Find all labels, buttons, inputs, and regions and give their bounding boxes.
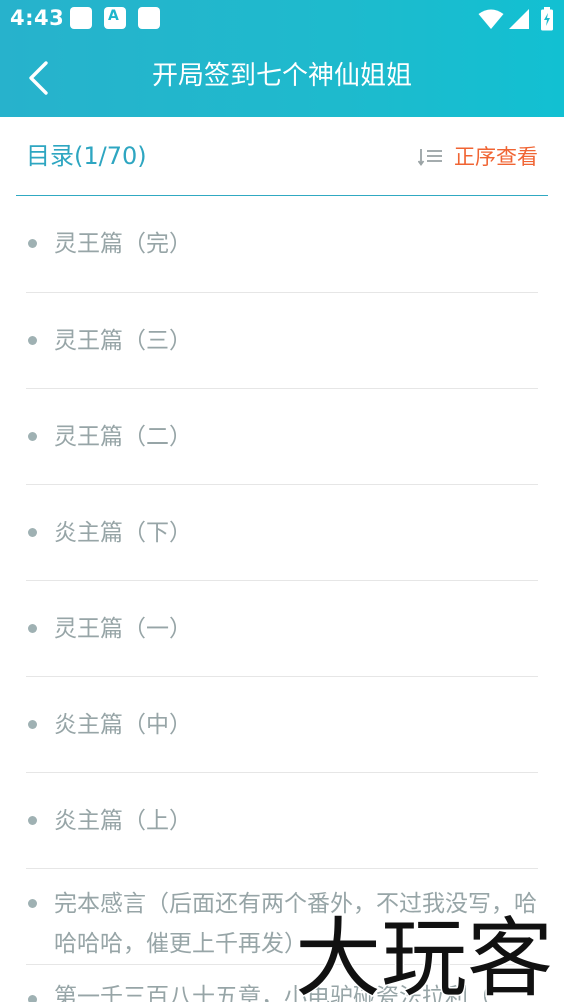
chapter-item[interactable]: 炎主篇（上）	[26, 773, 538, 869]
chapter-title: 灵王篇（三）	[54, 328, 192, 354]
chapter-item[interactable]: 炎主篇（下）	[26, 485, 538, 581]
sort-order-button[interactable]: 正序查看	[418, 142, 538, 172]
watermark: 大玩客	[294, 908, 555, 1002]
chapter-item[interactable]: 灵王篇（一）	[26, 581, 538, 677]
watermark-text: 大玩客	[295, 909, 553, 1002]
bullet-icon	[28, 336, 37, 345]
bullet-icon	[28, 528, 37, 537]
notification-icon	[138, 7, 160, 29]
directory-header: 目录(1/70) 正序查看	[16, 117, 548, 196]
bullet-icon	[28, 239, 37, 248]
chapter-item[interactable]: 灵王篇（二）	[26, 389, 538, 485]
bullet-icon	[28, 624, 37, 633]
directory-title: 目录(1/70)	[26, 142, 147, 170]
bullet-icon	[28, 432, 37, 441]
bullet-icon	[28, 995, 37, 1002]
battery-charging-icon	[541, 7, 553, 31]
page-title: 开局签到七个神仙姐姐	[151, 61, 412, 91]
chapter-title: 灵王篇（完）	[54, 231, 192, 257]
chapter-item[interactable]: 灵王篇（三）	[26, 293, 538, 389]
wifi-icon	[478, 9, 504, 29]
header-background: 4:43 A 开局签到七个神仙姐姐	[0, 0, 564, 117]
app-bar: 开局签到七个神仙姐姐	[0, 38, 564, 117]
screen: 4:43 A 开局签到七个神仙姐姐 目录(1/70) 正序查看 灵王篇（完） 灵…	[0, 0, 564, 1002]
chapter-item[interactable]: 炎主篇（中）	[26, 677, 538, 773]
bullet-icon	[28, 816, 37, 825]
sort-order-label: 正序查看	[454, 145, 538, 169]
chapter-item[interactable]: 灵王篇（完）	[26, 196, 538, 293]
chapter-title: 炎主篇（下）	[54, 520, 192, 546]
bullet-icon	[28, 899, 37, 908]
chapter-list: 灵王篇（完） 灵王篇（三） 灵王篇（二） 炎主篇（下） 灵王篇（一） 炎主篇（中…	[26, 196, 538, 1002]
status-time: 4:43	[10, 6, 65, 30]
chapter-title: 灵王篇（二）	[54, 424, 192, 450]
chapter-title: 炎主篇（中）	[54, 712, 192, 738]
chapter-title: 炎主篇（上）	[54, 808, 192, 834]
accessibility-icon: A	[104, 7, 126, 29]
sort-icon	[418, 149, 442, 167]
notification-icon	[70, 7, 92, 29]
bullet-icon	[28, 720, 37, 729]
signal-icon	[509, 9, 529, 29]
status-bar: 4:43 A	[0, 0, 564, 38]
chapter-title: 灵王篇（一）	[54, 616, 192, 642]
